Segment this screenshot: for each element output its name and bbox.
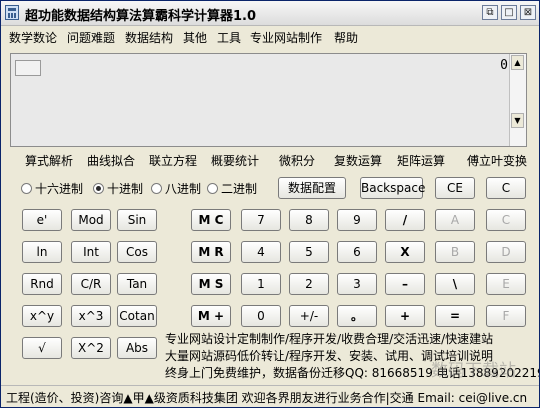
clear-entry-button[interactable]: CE — [435, 177, 475, 199]
maximize-icon[interactable]: □ — [501, 5, 517, 20]
digit-1-button[interactable]: 1 — [241, 273, 281, 295]
menu-tools[interactable]: 工具 — [217, 29, 241, 46]
radio-circle[interactable] — [21, 183, 32, 194]
sign-toggle-button[interactable]: +/- — [289, 305, 329, 327]
digit-8-button[interactable]: 8 — [289, 209, 329, 231]
func-summary-statistics[interactable]: 概要统计 — [211, 152, 259, 169]
clear-button[interactable]: C — [486, 177, 526, 199]
digit-0-button[interactable]: 0 — [241, 305, 281, 327]
radio-label: 十进制 — [107, 182, 144, 196]
digit-6-button[interactable]: 6 — [337, 241, 377, 263]
abs-button[interactable]: Abs — [117, 337, 157, 359]
menu-website-making[interactable]: 专业网站制作 — [250, 29, 322, 46]
memory-clear-button[interactable]: M C — [191, 209, 231, 231]
add-button[interactable]: + — [385, 305, 425, 327]
watermark: 数码下载站 — [431, 361, 516, 381]
func-curve-fit[interactable]: 曲线拟合 — [87, 152, 135, 169]
display-scrollbar[interactable]: ▲ ▼ — [509, 54, 526, 146]
hex-c-button[interactable]: C — [486, 209, 526, 231]
rnd-button[interactable]: Rnd — [22, 273, 62, 295]
radio-octal[interactable]: 八进制 — [151, 180, 201, 197]
data-config-button[interactable]: 数据配置 — [278, 177, 346, 199]
backspace-button[interactable]: Backspace — [360, 177, 425, 199]
menu-bar: 数学数论 问题难题 数据结构 其他 工具 专业网站制作 帮助 — [1, 27, 539, 47]
info-line-1: 专业网站设计定制制作/程序开发/收费合理/交活迅速/快速建站 — [165, 332, 494, 346]
hex-e-button[interactable]: E — [486, 273, 526, 295]
status-text: 工程(造价、投资)咨询▲甲▲级资质科技集团 欢迎各界朋友进行业务合作|交通 Em… — [6, 391, 528, 405]
x-pow-y-button[interactable]: x^y — [22, 305, 62, 327]
func-fourier-transform[interactable]: 傅立叶变换 — [467, 152, 527, 169]
menu-help[interactable]: 帮助 — [334, 29, 358, 46]
scroll-down-icon[interactable]: ▼ — [511, 113, 524, 128]
digit-2-button[interactable]: 2 — [289, 273, 329, 295]
minimize-icon[interactable]: ⧉ — [482, 5, 498, 20]
cr-button[interactable]: C/R — [71, 273, 111, 295]
radio-label: 八进制 — [165, 182, 202, 196]
calculator-window: 超功能数据结构算法算霸科学计算器1.0 ⧉ □ ⊠ 数学数论 问题难题 数据结构… — [0, 0, 540, 408]
exp-button[interactable]: e' — [22, 209, 62, 231]
x-squared-button[interactable]: X^2 — [71, 337, 111, 359]
window-title: 超功能数据结构算法算霸科学计算器1.0 — [25, 9, 257, 24]
memory-recall-button[interactable]: M R — [191, 241, 231, 263]
sin-button[interactable]: Sin — [117, 209, 157, 231]
tan-button[interactable]: Tan — [117, 273, 157, 295]
sqrt-button[interactable]: √ — [22, 337, 62, 359]
menu-problems[interactable]: 问题难题 — [67, 29, 115, 46]
hex-a-button[interactable]: A — [435, 209, 475, 231]
cos-button[interactable]: Cos — [117, 241, 157, 263]
display-area[interactable]: 0 ▲ ▼ — [10, 53, 527, 147]
func-expression-parse[interactable]: 算式解析 — [25, 152, 73, 169]
func-simultaneous-equations[interactable]: 联立方程 — [149, 152, 197, 169]
status-bar: 工程(造价、投资)咨询▲甲▲级资质科技集团 欢迎各界朋友进行业务合作|交通 Em… — [1, 385, 539, 407]
memory-store-button[interactable]: M S — [191, 273, 231, 295]
ln-button[interactable]: ln — [22, 241, 62, 263]
radio-label: 二进制 — [221, 182, 258, 196]
digit-9-button[interactable]: 9 — [337, 209, 377, 231]
radio-binary[interactable]: 二进制 — [207, 180, 257, 197]
menu-data-structures[interactable]: 数据结构 — [125, 29, 173, 46]
menu-other[interactable]: 其他 — [183, 29, 207, 46]
func-matrix-operations[interactable]: 矩阵运算 — [397, 152, 445, 169]
radio-circle-selected[interactable] — [93, 183, 104, 194]
equals-button[interactable]: = — [435, 305, 475, 327]
menu-math-number-theory[interactable]: 数学数论 — [9, 29, 57, 46]
memory-indicator — [15, 60, 41, 76]
title-bar[interactable]: 超功能数据结构算法算霸科学计算器1.0 ⧉ □ ⊠ — [1, 1, 539, 26]
radio-decimal[interactable]: 十进制 — [93, 180, 143, 197]
radio-circle[interactable] — [151, 183, 162, 194]
display-value: 0 — [500, 58, 508, 73]
func-complex-arithmetic[interactable]: 复数运算 — [334, 152, 382, 169]
hex-f-button[interactable]: F — [486, 305, 526, 327]
memory-add-button[interactable]: M + — [191, 305, 231, 327]
hex-b-button[interactable]: B — [435, 241, 475, 263]
radio-label: 十六进制 — [35, 182, 84, 196]
backslash-button[interactable]: \ — [435, 273, 475, 295]
multiply-button[interactable]: X — [385, 241, 425, 263]
func-calculus[interactable]: 微积分 — [279, 152, 315, 169]
divide-button[interactable]: / — [385, 209, 425, 231]
radio-hexadecimal[interactable]: 十六进制 — [21, 180, 83, 197]
digit-5-button[interactable]: 5 — [289, 241, 329, 263]
digit-7-button[interactable]: 7 — [241, 209, 281, 231]
x-cubed-button[interactable]: x^3 — [71, 305, 111, 327]
app-icon — [5, 5, 19, 20]
hex-d-button[interactable]: D — [486, 241, 526, 263]
radio-circle[interactable] — [207, 183, 218, 194]
digit-4-button[interactable]: 4 — [241, 241, 281, 263]
digit-3-button[interactable]: 3 — [337, 273, 377, 295]
mod-button[interactable]: Mod — [71, 209, 111, 231]
cotan-button[interactable]: Cotan — [117, 305, 157, 327]
close-icon[interactable]: ⊠ — [520, 5, 536, 20]
int-button[interactable]: Int — [71, 241, 111, 263]
scroll-up-icon[interactable]: ▲ — [511, 55, 524, 70]
decimal-point-button[interactable]: 。 — [337, 305, 377, 327]
subtract-button[interactable]: – — [385, 273, 425, 295]
